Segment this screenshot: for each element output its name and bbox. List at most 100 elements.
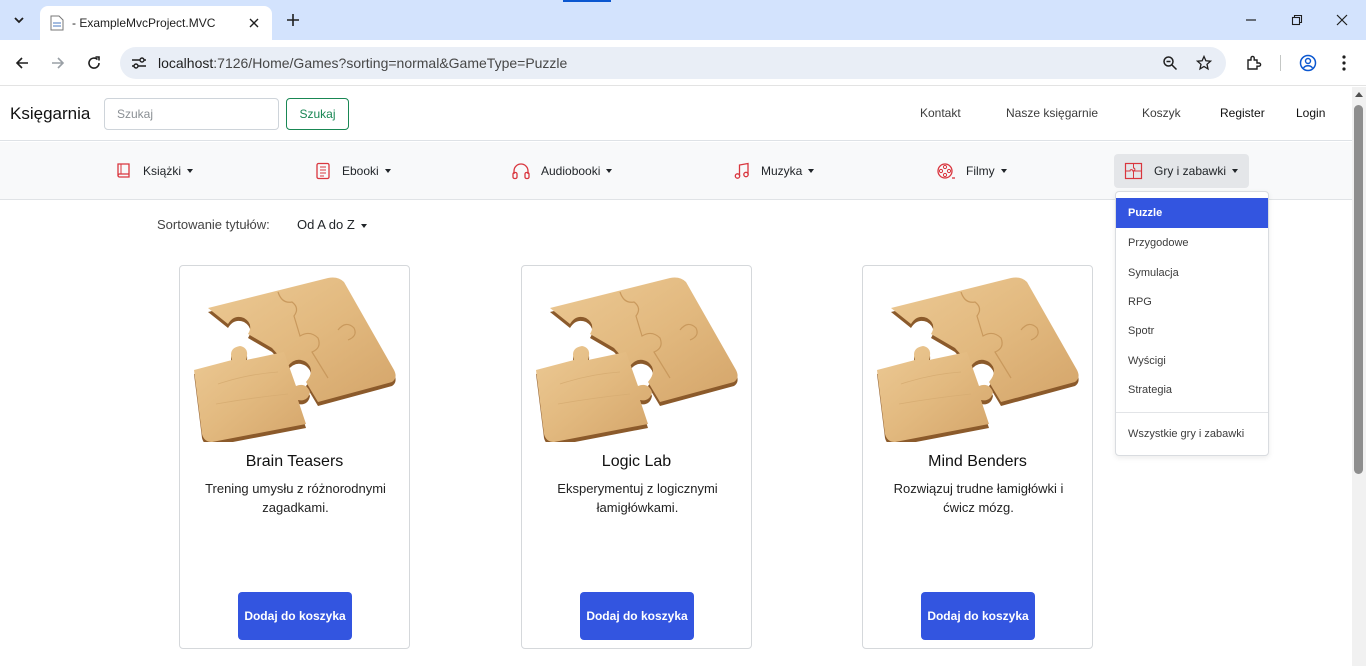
reload-button[interactable] [82,51,106,75]
games-puzzle-icon [1124,162,1143,180]
tab-title: - ExampleMvcProject.MVC [72,16,216,30]
restore-icon [1291,14,1303,26]
sorting-dropdown[interactable]: Od A do Z [297,217,367,232]
bookmark-star-icon[interactable] [1190,49,1218,77]
product-card: Mind Benders Rozwiązuj trudne łamigłówki… [862,265,1093,649]
puzzle-extension-icon [1247,55,1262,70]
sorting-value: Od A do Z [297,217,355,232]
back-button[interactable] [10,51,34,75]
close-window-button[interactable] [1331,9,1353,31]
site-info-icon[interactable] [128,52,150,74]
category-ebooks[interactable]: Ebooki [304,154,401,188]
close-icon [1336,14,1348,26]
top-navbar: Księgarnia Szukaj Kontakt Nasze księgarn… [0,87,1352,141]
menu-item-puzzle[interactable]: Puzzle [1116,198,1268,228]
new-tab-button[interactable] [282,9,304,31]
category-films[interactable]: Filmy [926,154,1017,188]
toolbar-separator [1280,55,1281,71]
browser-menu-button[interactable] [1332,51,1356,75]
film-reel-icon [937,163,955,179]
web-page: Księgarnia Szukaj Kontakt Nasze księgarn… [0,87,1352,666]
dropdown-caret-icon [360,223,367,228]
nav-link-stores[interactable]: Nasze księgarnie [1006,106,1098,120]
nav-link-cart[interactable]: Koszyk [1142,106,1181,120]
category-books-label: Książki [143,164,182,178]
browser-tab[interactable]: - ExampleMvcProject.MVC [40,6,272,40]
url-path: :7126/Home/Games?sorting=normal&GameType… [213,55,568,71]
menu-item-rpg[interactable]: RPG [1116,287,1268,317]
menu-item-symulacja[interactable]: Symulacja [1116,258,1268,288]
browser-toolbar: localhost:7126/Home/Games?sorting=normal… [0,40,1366,86]
forward-button[interactable] [46,51,70,75]
scroll-up-icon[interactable] [1355,92,1363,97]
product-description: Rozwiązuj trudne łamigłówki i ćwicz mózg… [893,481,1064,515]
arrow-left-icon [15,57,28,69]
add-to-cart-button[interactable]: Dodaj do koszyka [921,592,1035,640]
url-host: localhost [158,55,214,71]
zoom-icon[interactable] [1156,49,1184,77]
minimize-icon [1246,19,1256,21]
sorting-label: Sortowanie tytułów: [157,217,270,232]
category-games-label: Gry i zabawki [1154,164,1227,178]
restore-button[interactable] [1286,9,1308,31]
chevron-down-icon [14,17,24,24]
menu-item-spotr[interactable]: Spotr [1116,316,1268,346]
profile-button[interactable] [1296,51,1320,75]
category-games[interactable]: Gry i zabawki [1114,154,1249,188]
dropdown-caret-icon [808,169,815,173]
search-button[interactable]: Szukaj [286,98,349,130]
extensions-button[interactable] [1242,51,1266,75]
account-icon [1299,54,1317,72]
category-audiobooks-label: Audiobooki [541,164,601,178]
music-note-icon [734,162,749,179]
product-image [535,276,739,442]
product-description: Eksperymentuj z logicznymi łamigłówkami. [557,481,718,515]
brand-logo[interactable]: Księgarnia [10,104,90,124]
nav-link-login[interactable]: Login [1296,106,1325,120]
category-films-label: Filmy [966,164,995,178]
address-bar[interactable]: localhost:7126/Home/Games?sorting=normal… [120,47,1226,79]
games-dropdown-menu: Puzzle Przygodowe Symulacja RPG Spotr Wy… [1115,191,1269,456]
menu-item-przygodowe[interactable]: Przygodowe [1116,228,1268,258]
dropdown-caret-icon [187,169,194,173]
dropdown-caret-icon [606,169,613,173]
nav-link-contact[interactable]: Kontakt [920,106,961,120]
headphones-icon [512,163,530,180]
product-title[interactable]: Logic Lab [522,453,751,471]
tab-strip-indicator [563,0,611,2]
category-books[interactable]: Książki [105,154,203,188]
url-text: localhost:7126/Home/Games?sorting=normal… [158,55,1156,71]
menu-divider [1116,412,1268,413]
nav-link-register[interactable]: Register [1220,106,1265,120]
product-image [876,276,1080,442]
close-tab-icon[interactable] [246,15,262,31]
dropdown-caret-icon [384,169,391,173]
tab-search-button[interactable] [6,7,32,33]
category-music[interactable]: Muzyka [723,154,824,188]
product-card: Brain Teasers Trening umysłu z różnorodn… [179,265,410,649]
product-title[interactable]: Brain Teasers [180,453,409,471]
minimize-button[interactable] [1240,9,1262,31]
reload-icon [88,56,100,69]
add-to-cart-button[interactable]: Dodaj do koszyka [238,592,352,640]
product-description: Trening umysłu z różnorodnymi zagadkami. [205,481,386,515]
menu-item-all-games[interactable]: Wszystkie gry i zabawki [1116,419,1268,449]
browser-tab-strip: - ExampleMvcProject.MVC [0,0,1366,40]
category-audiobooks[interactable]: Audiobooki [501,154,622,188]
book-icon [117,163,130,178]
scrollbar-thumb[interactable] [1354,105,1363,474]
category-music-label: Muzyka [761,164,803,178]
product-title[interactable]: Mind Benders [863,453,1092,471]
dropdown-caret-icon [1232,169,1239,173]
plus-icon [287,14,299,26]
arrow-right-icon [52,57,65,69]
dropdown-caret-icon [1000,169,1007,173]
page-scrollbar[interactable] [1352,87,1366,666]
menu-item-wyscigi[interactable]: Wyścigi [1116,346,1268,376]
add-to-cart-button[interactable]: Dodaj do koszyka [580,592,694,640]
menu-item-strategia[interactable]: Strategia [1116,375,1268,405]
more-vert-icon [1342,55,1346,71]
search-input[interactable] [104,98,279,130]
page-favicon-icon [50,15,64,31]
ebook-icon [316,162,330,180]
